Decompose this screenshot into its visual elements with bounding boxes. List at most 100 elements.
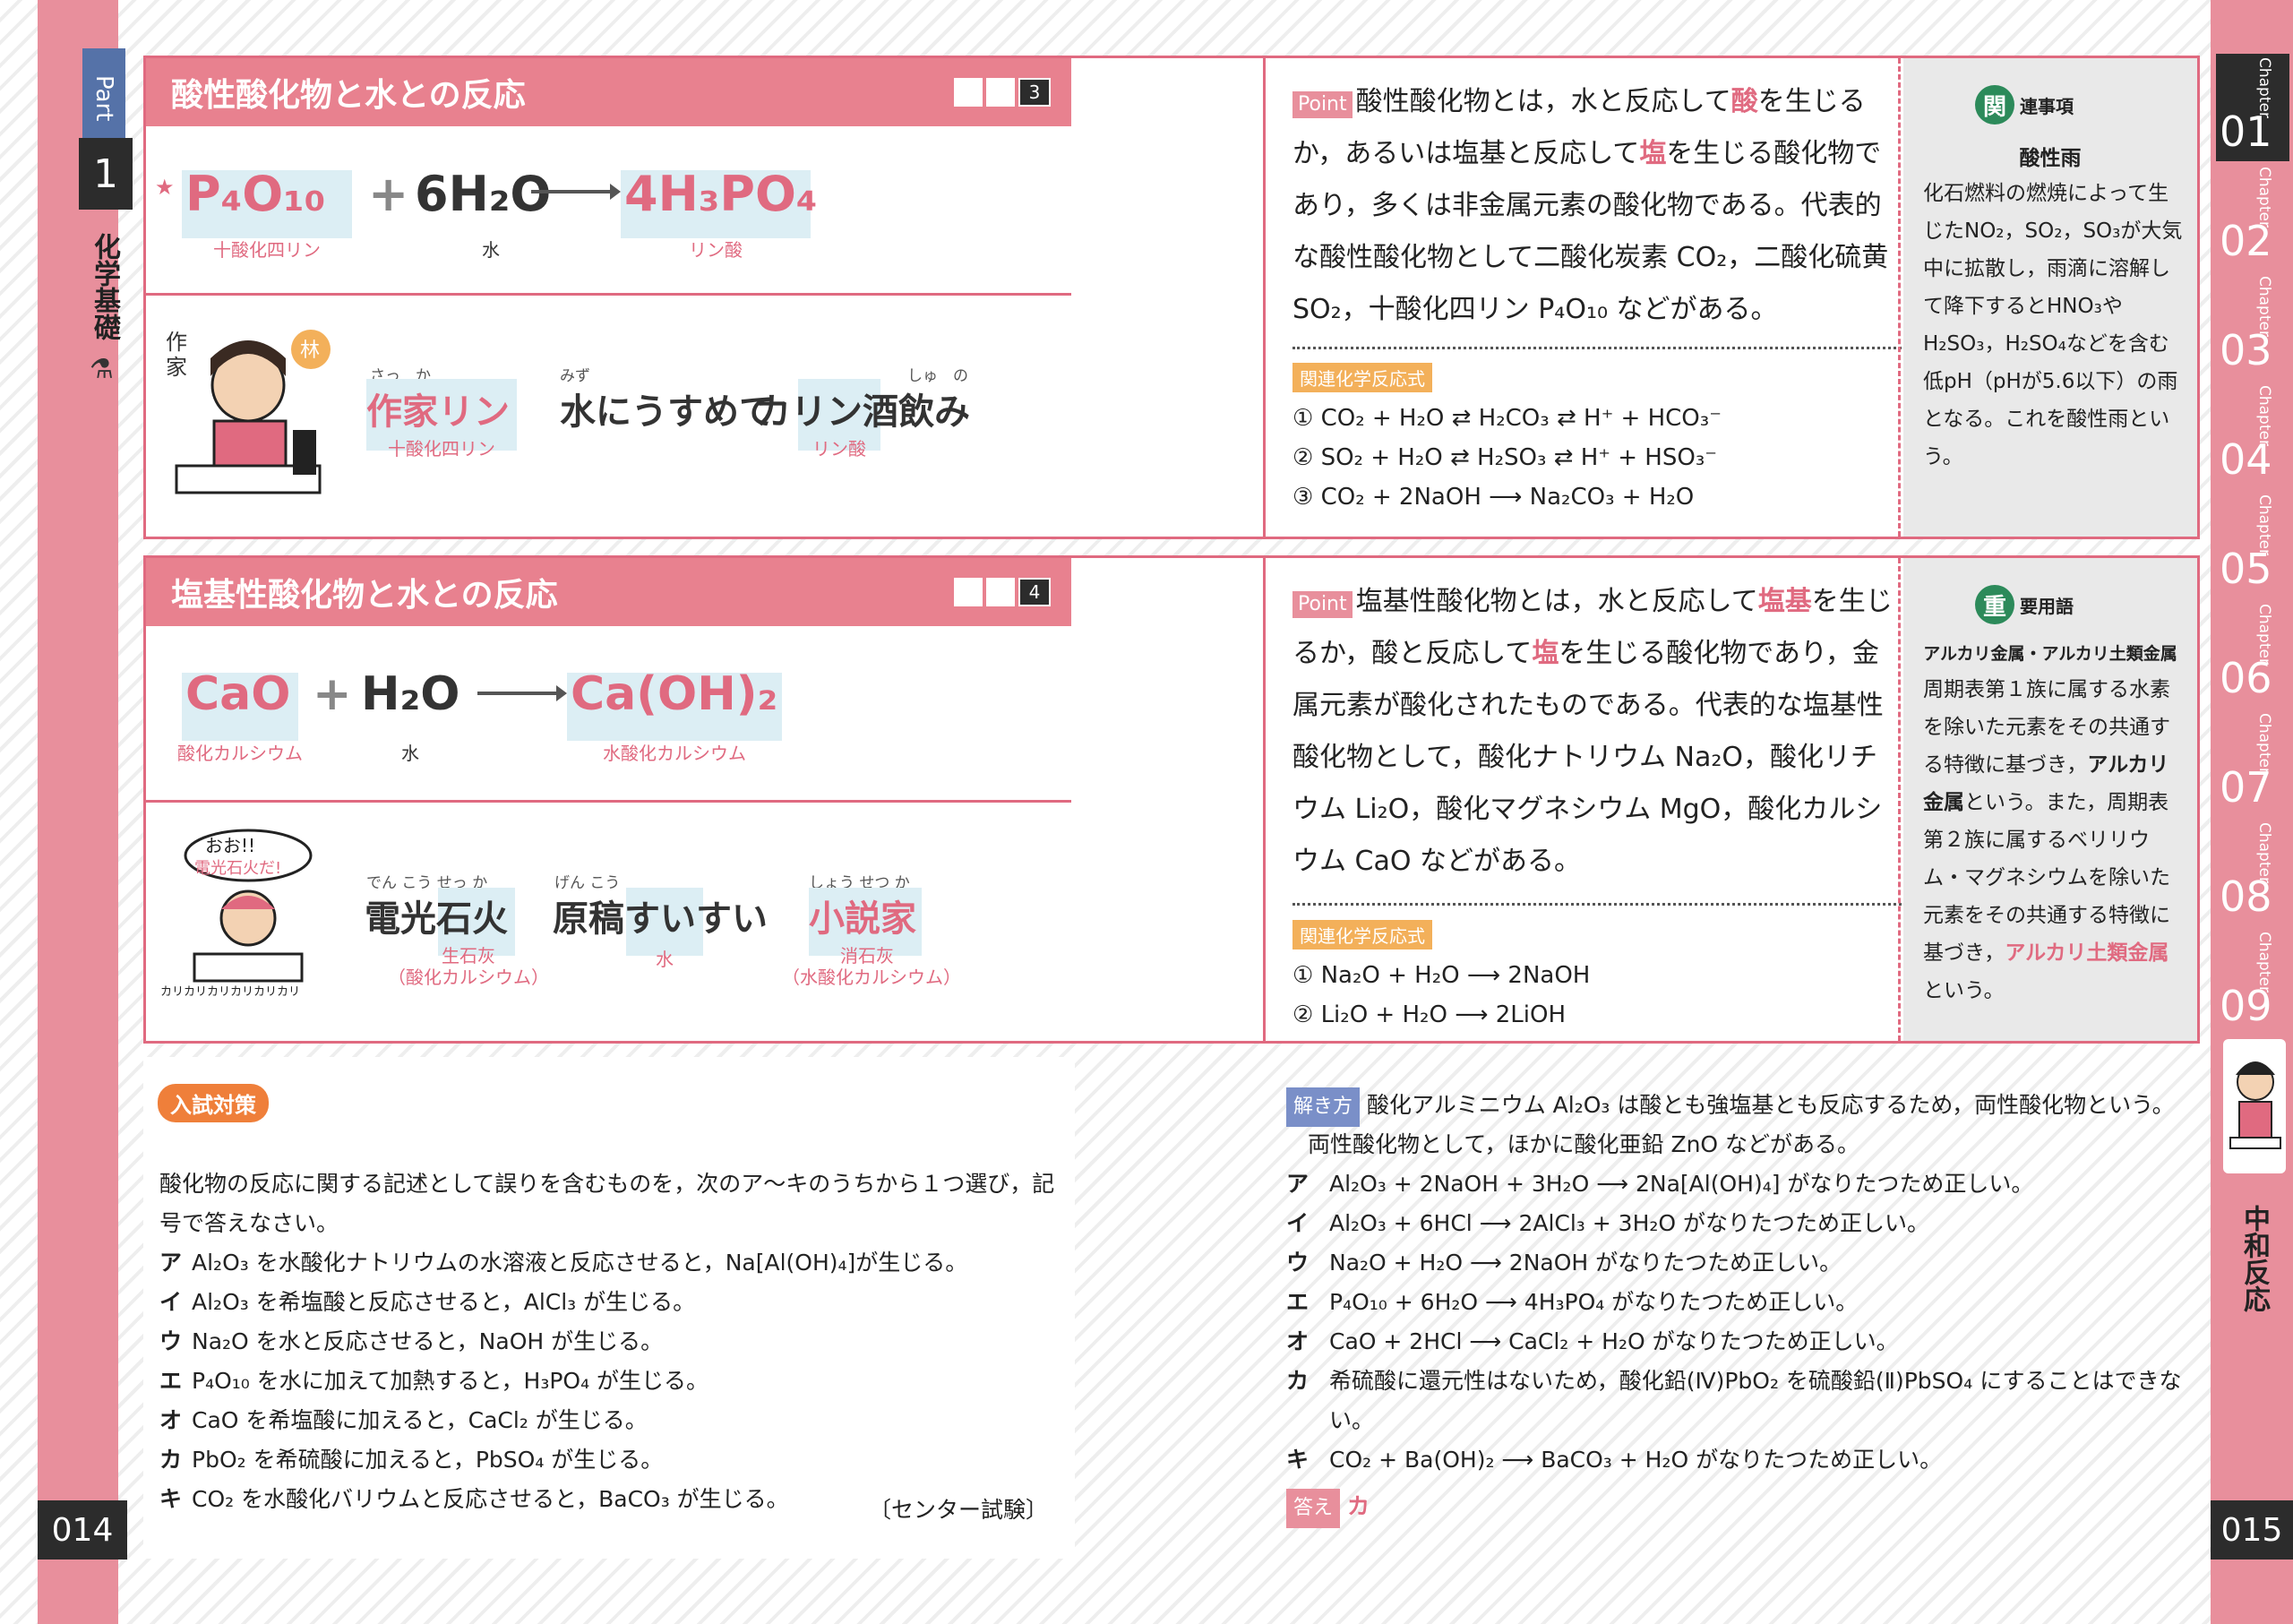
chapter-tab-number: 09 [2220, 982, 2272, 1030]
exam-option-text: P₄O₁₀ を水に加えて加熱すると，H₃PO₄ が生じる。 [192, 1368, 709, 1394]
exam-box: 入試対策 酸化物の反応に関する記述として誤りを含むものを，次のア～キのうちから１… [143, 1057, 1075, 1559]
answer-item-row: ア Al₂O₃ + 2NaOH + 3H₂O ⟶ 2Na[Al(OH)₄] がなり… [1286, 1164, 2200, 1204]
section1-left-panel: 酸性酸化物と水との反応 3 ★ P₄O₁₀ 十酸化四リン + 6H₂O 水 4H… [143, 56, 1075, 539]
svg-text:家: 家 [166, 355, 187, 380]
section1-header: 酸性酸化物と水との反応 [146, 58, 1072, 126]
equation-line: ③ CO₂ + 2NaOH ⟶ Na₂CO₃ + H₂O [1292, 484, 1695, 511]
chapter-tab-07[interactable]: Chapter 07 [2216, 709, 2289, 817]
chapter-tab-03[interactable]: Chapter 03 [2216, 272, 2289, 380]
chapter-tab-number: 04 [2220, 435, 2272, 484]
exam-option-text: Al₂O₃ を水酸化ナトリウムの水溶液と反応させると，Na[Al(OH)₄]が生… [192, 1250, 968, 1276]
chapter-tab-08[interactable]: Chapter 08 [2216, 819, 2289, 926]
part-number: 1 [79, 138, 133, 210]
s1-mnem3: カリン酒飲み [755, 391, 970, 433]
related-tag: 関連化学反応式 [1292, 920, 1432, 949]
divider [146, 293, 1072, 296]
exam-option-row: エ P₄O₁₀ を水に加えて加熱すると，H₃PO₄ が生じる。 [159, 1362, 1055, 1401]
arrow-icon [477, 680, 567, 710]
svg-text:作: 作 [166, 330, 187, 355]
answer-item-row: ウ Na₂O + H₂O ⟶ 2NaOH がなりたつため正しい。 [1286, 1243, 2200, 1283]
s2-point-part3: を生じる酸化物であり，金属元素が酸化されたものである。代表的な塩基性酸化物として… [1292, 638, 1884, 877]
s1-mnem1-caption: 十酸化四リン [388, 438, 495, 460]
exam-option-row: イ Al₂O₃ を希塩酸と反応させると，AlCl₃ が生じる。 [159, 1283, 1055, 1322]
section2-point-panel: Point 塩基性酸化物とは，水と反応して塩基を生じるか，酸と反応して塩を生じる酸… [1263, 555, 2200, 1044]
part-label: Part [82, 48, 125, 149]
chapter-tab-number: 08 [2220, 872, 2272, 921]
s2-plus: + [313, 667, 352, 721]
side-header: 関 連事項 [1975, 85, 2074, 125]
chapter-tab-number: 03 [2220, 326, 2272, 374]
s2-point-part1: 塩基性酸化物とは，水と反応して [1355, 586, 1758, 617]
exam-option-text: CO₂ を水酸化バリウムと反応させると，BaCO₃ が生じる。 [192, 1486, 789, 1512]
chapter-tab-01[interactable]: Chapter 01 [2216, 54, 2289, 161]
section1-number: 3 [1018, 78, 1051, 107]
chapter-tab-05[interactable]: Chapter 05 [2216, 491, 2289, 598]
answer-item-key: ウ [1286, 1250, 1310, 1276]
chapter-tab-09[interactable]: Chapter 09 [2216, 928, 2289, 1035]
s2-mnem1-caption: 生石灰 （酸化カルシウム） [388, 945, 549, 988]
divider [1898, 558, 1901, 1041]
s2-mnem3-caption: 消石灰 （水酸化カルシウム） [782, 945, 961, 988]
related-badge-icon: 関 [1975, 85, 2014, 125]
exam-option-key: イ [159, 1289, 183, 1315]
s1-plus: + [368, 166, 409, 222]
exam-tag-wrap: 入試対策 [158, 1084, 269, 1122]
answer-tag: 答え [1286, 1489, 1341, 1528]
s1-side-note: 関 連事項 酸性雨 化石燃料の燃焼によって生じたNO₂，SO₂，SO₃が大気中に… [1903, 58, 2197, 537]
answer-value: カ [1346, 1493, 1370, 1519]
s1-point-hl1: 酸 [1730, 86, 1758, 117]
answer-items: ア Al₂O₃ + 2NaOH + 3H₂O ⟶ 2Na[Al(OH)₄] がなり… [1286, 1164, 2200, 1480]
chapter-tab-number: 02 [2220, 217, 2272, 265]
exam-option-row: ア Al₂O₃ を水酸化ナトリウムの水溶液と反応させると，Na[Al(OH)₄]が… [159, 1243, 1055, 1283]
author-illustration [2223, 1039, 2286, 1173]
s2-point-text: Point 塩基性酸化物とは，水と反応して塩基を生じるか，酸と反応して塩を生じる酸… [1292, 576, 1902, 888]
section2-importance-boxes: 4 [950, 578, 1051, 606]
chapter-tab-number: 01 [2220, 107, 2272, 156]
answer-final: 答え カ [1286, 1487, 1370, 1528]
chapter-tab-04[interactable]: Chapter 04 [2216, 382, 2289, 489]
star-icon: ★ [155, 175, 175, 200]
chapter-tab-06[interactable]: Chapter 06 [2216, 600, 2289, 708]
side-title: 酸性雨 [2019, 147, 2082, 170]
side-label: 要用語 [2020, 595, 2074, 617]
section2-header: 塩基性酸化物と水との反応 [146, 558, 1072, 626]
section2-number: 4 [1018, 578, 1051, 606]
s2-reactant1: CaO [185, 667, 291, 721]
s1-product-caption: リン酸 [689, 239, 743, 261]
answer-item-row: エ P₄O₁₀ + 6H₂O ⟶ 4H₃PO₄ がなりたつため正しい。 [1286, 1283, 2200, 1322]
chapter-tab-number: 05 [2220, 545, 2272, 593]
side-label: 連事項 [2020, 95, 2074, 117]
page-number-left: 014 [38, 1500, 127, 1560]
answer-item-row: キ CO₂ + Ba(OH)₂ ⟶ BaCO₃ + H₂O がなりたつため正しい。 [1286, 1440, 2200, 1480]
equation-line: ② Li₂O + H₂O ⟶ 2LiOH [1292, 1001, 1566, 1028]
s1-related-block: 関連化学反応式 [1292, 363, 1432, 392]
side-text-part2: という。また，周期表第２族に属するベリリウム・マグネシウムを除いた元素をその共通… [1923, 791, 2170, 965]
section1-point-panel: Point 酸性酸化物とは，水と反応して酸を生じるか，あるいは塩基と反応して塩を生… [1263, 56, 2200, 539]
exam-option-row: カ PbO₂ を希硫酸に加えると，PbSO₄ が生じる。 [159, 1440, 1055, 1480]
next-category-label: 中和反応 [2238, 1205, 2270, 1312]
section2-left-panel: 塩基性酸化物と水との反応 4 CaO 酸化カルシウム + H₂O 水 Ca(OH… [143, 555, 1075, 1044]
s1-reactant2-caption: 水 [482, 239, 500, 261]
s2-product-caption: 水酸化カルシウム [603, 743, 746, 764]
answer-item-text: P₄O₁₀ + 6H₂O ⟶ 4H₃PO₄ がなりたつため正しい。 [1329, 1289, 1859, 1315]
s2-equations: ① Na₂O + H₂O ⟶ 2NaOH ② Li₂O + H₂O ⟶ 2LiOH [1292, 956, 1902, 1035]
chapter-tab-number: 07 [2220, 763, 2272, 812]
s1-reactant1: P₄O₁₀ [185, 166, 326, 222]
flask-icon: ⚗ [90, 354, 114, 385]
exam-option-row: ウ Na₂O を水と反応させると，NaOH が生じる。 [159, 1322, 1055, 1362]
exam-option-text: Al₂O₃ を希塩酸と反応させると，AlCl₃ が生じる。 [192, 1289, 696, 1315]
s1-mnem1: 作家リン [366, 391, 510, 433]
side-header: 重 要用語 [1975, 585, 2074, 624]
chapter-tab-02[interactable]: Chapter 02 [2216, 163, 2289, 271]
equation-line: ① Na₂O + H₂O ⟶ 2NaOH [1292, 962, 1591, 989]
s2-mnem2-caption: 水 [656, 949, 674, 970]
subject-label: 化学基礎 [89, 233, 120, 340]
answer-box: 解き方 酸化アルミニウム Al₂O₃ は酸とも強塩基とも反応するため，両性酸化物… [1272, 1075, 2203, 1541]
exam-options: ア Al₂O₃ を水酸化ナトリウムの水溶液と反応させると，Na[Al(OH)₄]が… [159, 1243, 1055, 1519]
writer-illustration: 作 家 林 [159, 322, 338, 502]
answer-item-key: イ [1286, 1210, 1310, 1236]
s1-point-part1: 酸性酸化物とは，水と反応して [1355, 86, 1731, 117]
side-text: 周期表第１族に属する水素を除いた元素をその共通する特徴に基づき，アルカリ金属とい… [1923, 671, 2183, 1010]
method-tag: 解き方 [1286, 1087, 1361, 1127]
exam-question: 酸化物の反応に関する記述として誤りを含むものを，次のア～キのうちから１つ選び，記… [159, 1171, 1055, 1236]
